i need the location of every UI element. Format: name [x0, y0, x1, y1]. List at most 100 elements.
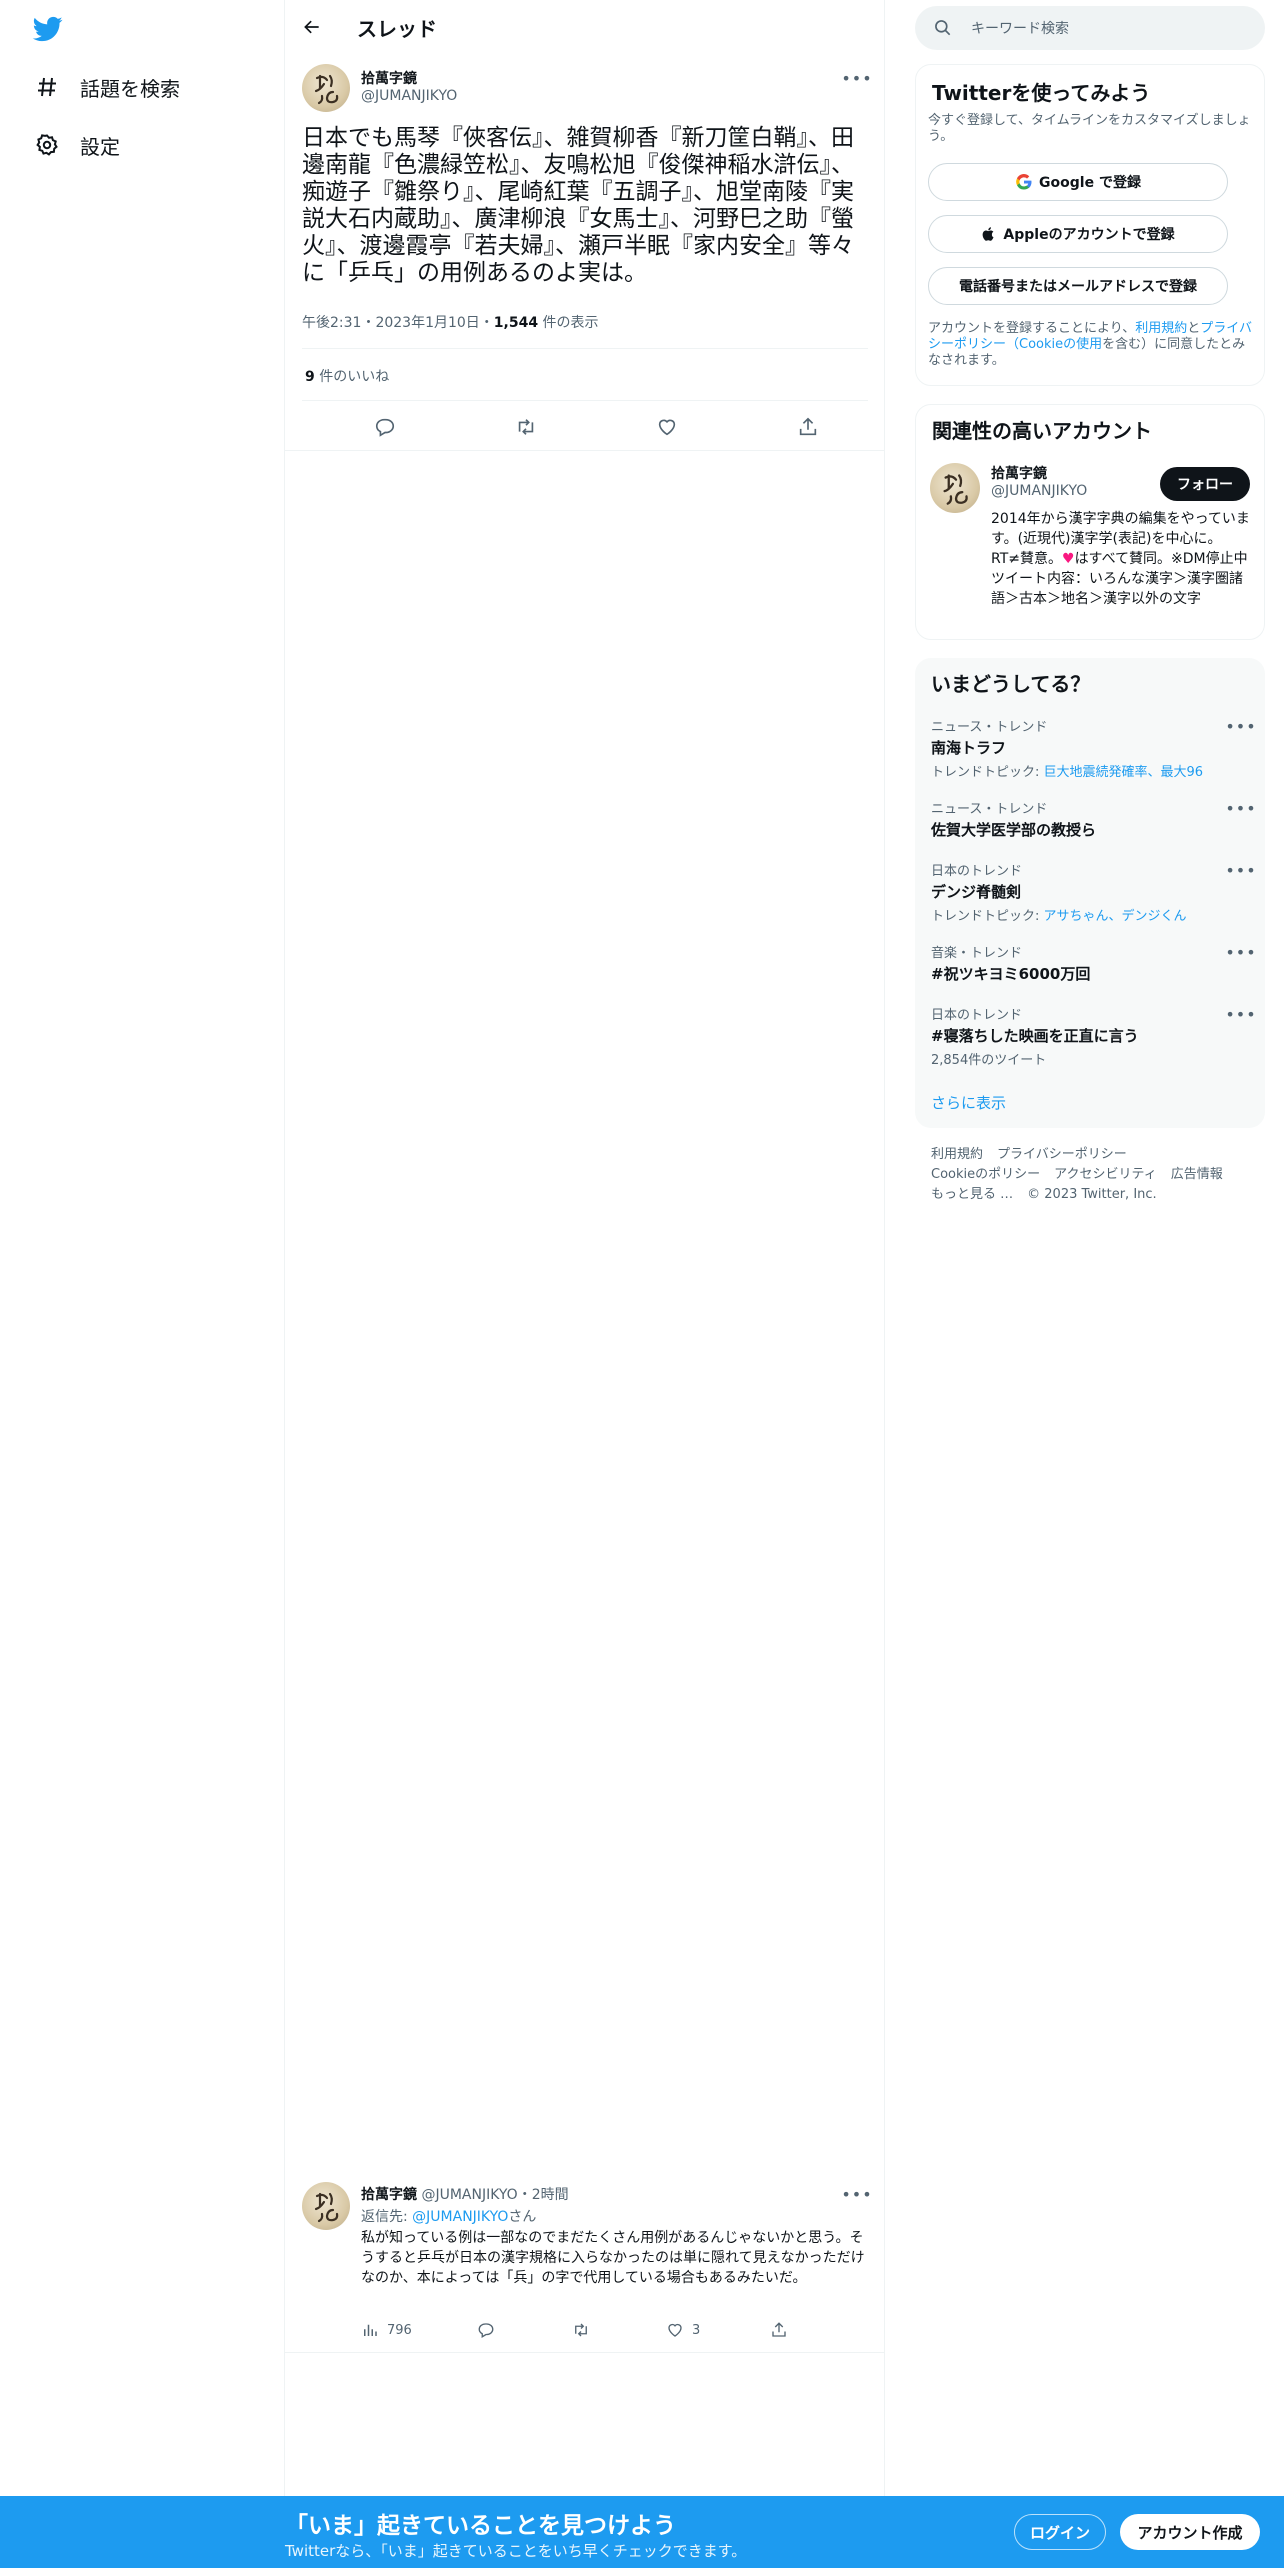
related-account-name[interactable]: 拾萬字鏡 [991, 463, 1047, 483]
trend-name: デンジ脊髄剣 [931, 883, 1022, 901]
nav-explore[interactable]: 話題を検索 [34, 67, 180, 107]
related-account-handle[interactable]: @JUMANJIKYO [991, 483, 1087, 499]
trend-sub-prefix: トレンドトピック: [931, 765, 1044, 780]
views-button[interactable]: 796 [361, 2318, 412, 2342]
trend-subtitle: トレンドトピック: アサちゃん、デンジくん [931, 905, 1251, 924]
main-column: スレッド 拾萬字鏡 @JUMANJIKYO ••• 日本でも馬琴『俠客伝』、雑賀… [285, 0, 885, 2496]
likes-count: 9 [305, 369, 315, 385]
trends-card: いまどうしてる？ ニュース・トレンド 南海トラフ トレンドトピック: 巨大地震続… [915, 658, 1265, 1128]
avatar[interactable] [930, 463, 980, 513]
trends-card-title: いまどうしてる？ [931, 672, 1091, 696]
like-icon [668, 2323, 682, 2337]
likes-summary[interactable]: 9 件のいいね [305, 366, 389, 386]
terms-link[interactable]: 利用規約 [1135, 321, 1187, 336]
more-options-icon[interactable]: ••• [1225, 1004, 1255, 1024]
footer-privacy[interactable]: プライバシーポリシー [997, 1147, 1127, 1162]
trend-category: 音楽・トレンド [931, 946, 1023, 961]
more-options-icon[interactable]: ••• [1225, 860, 1255, 880]
create-account-button[interactable]: アカウント作成 [1120, 2514, 1260, 2550]
share-icon[interactable] [795, 414, 821, 440]
retweet-icon[interactable] [513, 414, 539, 440]
avatar[interactable] [302, 64, 350, 112]
phone-email-signup-label: 電話番号またはメールアドレスで登録 [959, 279, 1197, 295]
reply-to-handle[interactable]: @JUMANJIKYO [412, 2209, 508, 2225]
nav-settings[interactable]: 設定 [34, 125, 120, 165]
reply-author-handle[interactable]: @JUMANJIKYO [421, 2187, 517, 2203]
google-signup-label: Google で登録 [1039, 175, 1141, 191]
gear-icon [34, 132, 60, 158]
login-button[interactable]: ログイン [1014, 2514, 1106, 2550]
signup-card: Twitterを使ってみよう 今すぐ登録して、タイムラインをカスタマイズしましょ… [915, 64, 1265, 386]
trend-item[interactable]: 日本のトレンド デンジ脊髄剣 トレンドトピック: アサちゃん、デンジくん ••• [931, 860, 1256, 925]
share-icon[interactable] [770, 2318, 796, 2342]
footer-accessibility[interactable]: アクセシビリティ [1054, 1167, 1157, 1182]
reply-icon[interactable] [477, 2318, 503, 2342]
related-account-bio: 2014年から漢字字典の編集をやっています。(近現代)漢字学(表記)を中心に。 … [991, 509, 1253, 609]
trend-name: 佐賀大学医学部の教授ら [931, 821, 1097, 839]
trend-subtitle: トレンドトピック: 巨大地震続発確率、最大96 [931, 761, 1251, 780]
more-options-icon[interactable]: ••• [841, 2184, 871, 2204]
reply-views-count: 796 [387, 2322, 412, 2338]
divider [302, 400, 868, 401]
tweet-actions [302, 410, 868, 444]
footer-terms[interactable]: 利用規約 [931, 1147, 983, 1162]
tweet-meta: 午後2:31・2023年1月10日・1,544 件の表示 [302, 312, 599, 332]
divider [285, 450, 885, 451]
reply-actions: 796 3 [361, 2318, 861, 2342]
hashtag-icon [34, 74, 60, 100]
reply-text: 私が知っている例は一部なのでまだたくさん用例があるんじゃないかと思う。そうすると… [361, 2230, 865, 2286]
reply-time[interactable]: ・2時間 [518, 2187, 569, 2203]
trend-topic-link[interactable]: 巨大地震続発確率、最大96 [1044, 765, 1204, 780]
google-icon [1015, 173, 1033, 191]
search-icon [935, 20, 951, 36]
bottom-bar-title: 「いま」起きていることを見つけよう [285, 2513, 676, 2539]
apple-icon [981, 226, 997, 242]
views-count: 1,544 [493, 315, 539, 331]
bottom-bar-subtitle: Twitterなら、「いま」起きていることをいち早くチェックできます。 [285, 2542, 747, 2560]
follow-button[interactable]: フォロー [1160, 467, 1250, 501]
reply-header: 拾萬字鏡 @JUMANJIKYO・2時間 [361, 2184, 569, 2204]
like-icon[interactable] [654, 414, 680, 440]
author-name[interactable]: 拾萬字鏡 [361, 68, 417, 88]
trend-item[interactable]: ニュース・トレンド 佐賀大学医学部の教授ら ••• [931, 798, 1256, 840]
more-options-icon[interactable]: ••• [1225, 942, 1255, 962]
trend-item[interactable]: ニュース・トレンド 南海トラフ トレンドトピック: 巨大地震続発確率、最大96 … [931, 716, 1256, 781]
retweet-icon[interactable] [572, 2318, 598, 2342]
footer-cookie[interactable]: Cookieのポリシー [931, 1167, 1040, 1182]
trend-item[interactable]: 日本のトレンド #寝落ちした映画を正直に言う 2,854件のツイート ••• [931, 1004, 1256, 1069]
twitter-logo-icon[interactable] [32, 14, 64, 44]
apple-signup-button[interactable]: Appleのアカウントで登録 [928, 215, 1228, 253]
show-more-link[interactable]: さらに表示 [931, 1092, 1006, 1113]
legal-text-1: アカウントを登録することにより、 [928, 321, 1136, 336]
reply-likes-count: 3 [692, 2322, 701, 2338]
trend-sub-prefix: トレンドトピック: [931, 909, 1044, 924]
footer-copyright: © 2023 Twitter, Inc. [1027, 1187, 1157, 1202]
like-button[interactable]: 3 [666, 2318, 700, 2342]
search-box[interactable]: キーワード検索 [915, 6, 1265, 50]
reply-author-name[interactable]: 拾萬字鏡 [361, 2187, 417, 2203]
signup-card-title: Twitterを使ってみよう [932, 81, 1151, 105]
related-card-title: 関連性の高いアカウント [932, 419, 1152, 443]
back-arrow-icon[interactable] [299, 14, 325, 40]
google-signup-button[interactable]: Google で登録 [928, 163, 1228, 201]
analytics-icon [364, 2324, 377, 2336]
trend-category: 日本のトレンド [931, 864, 1023, 879]
trend-category: ニュース・トレンド [931, 720, 1048, 735]
footer-ads[interactable]: 広告情報 [1171, 1167, 1223, 1182]
legal-text-2: と [1187, 321, 1201, 336]
more-options-icon[interactable]: ••• [1225, 798, 1255, 818]
left-sidebar: 話題を検索 設定 [0, 0, 285, 2496]
more-options-icon[interactable]: ••• [841, 68, 871, 88]
phone-email-signup-button[interactable]: 電話番号またはメールアドレスで登録 [928, 267, 1228, 305]
reply-icon[interactable] [372, 414, 398, 440]
footer-more[interactable]: もっと見る … [931, 1187, 1013, 1202]
more-options-icon[interactable]: ••• [1225, 716, 1255, 736]
reply-to-prefix: 返信先: [361, 2209, 413, 2225]
author-handle[interactable]: @JUMANJIKYO [361, 88, 457, 104]
thread-header: スレッド [285, 0, 885, 53]
trend-topic-link[interactable]: アサちゃん、デンジくん [1044, 909, 1187, 924]
avatar[interactable] [302, 2182, 350, 2230]
search-input[interactable]: キーワード検索 [971, 18, 1069, 38]
tweet-timestamp[interactable]: 午後2:31・2023年1月10日・ [302, 315, 494, 331]
trend-item[interactable]: 音楽・トレンド #祝ツキヨミ6000万回 ••• [931, 942, 1256, 984]
